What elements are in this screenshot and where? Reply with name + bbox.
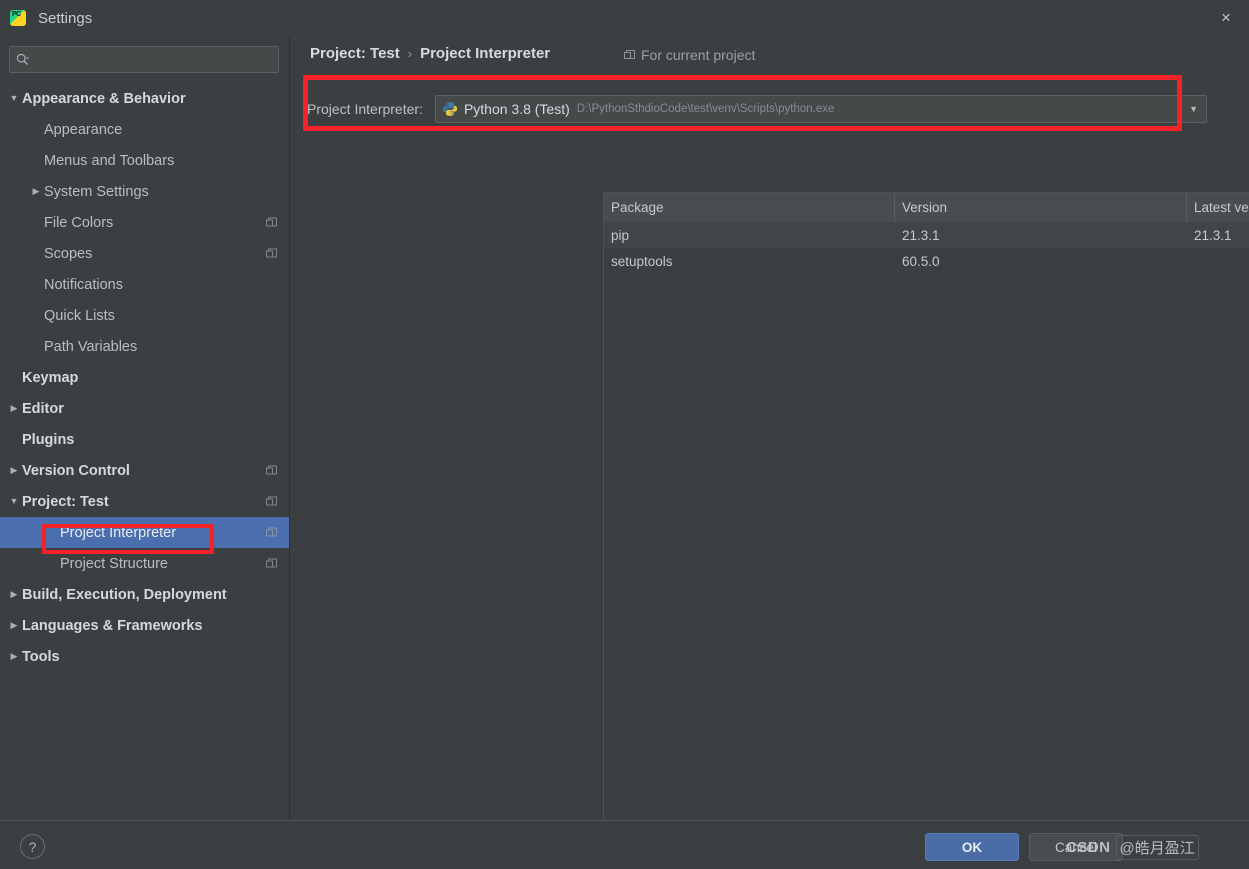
sidebar-item-label: Project Interpreter [60,524,177,541]
python-icon [442,101,458,117]
sidebar-item-label: Menus and Toolbars [44,152,175,169]
chevron-down-icon[interactable]: ▼ [6,497,22,506]
table-row[interactable]: pip 21.3.1 21.3.1 [604,222,1249,248]
cell-latest [1187,248,1249,274]
sidebar-item-label: Version Control [22,462,130,479]
interpreter-path: D:\PythonSthdioCode\test\venv\Scripts\py… [576,103,835,115]
chevron-down-icon[interactable]: ▼ [1189,104,1198,114]
cell-version: 21.3.1 [902,227,940,243]
cell-package: pip [611,227,630,243]
chevron-right-icon[interactable]: ▶ [6,621,22,630]
sidebar-item-label: Project Structure [60,555,168,572]
watermark-handle: @皓月盈江 [1115,834,1199,860]
interpreter-dropdown[interactable]: Python 3.8 (Test) D:\PythonSthdioCode\te… [434,95,1207,123]
sidebar-item-languages-frameworks[interactable]: ▶ Languages & Frameworks [0,610,289,641]
sidebar-item-label: Build, Execution, Deployment [22,586,227,603]
search-box[interactable] [9,46,279,73]
sidebar-item-label: Quick Lists [44,307,115,324]
sidebar-item-keymap[interactable]: Keymap [0,362,289,393]
window-title-bar: Settings × [0,0,1249,36]
sidebar-item-label: Appearance & Behavior [22,90,186,107]
column-header-latest-version[interactable]: Latest version [1187,193,1249,222]
packages-table-body: pip 21.3.1 21.3.1 setuptools 60.5.0 [604,222,1249,274]
module-icon [266,558,277,569]
chevron-right-icon[interactable]: ▶ [6,466,22,475]
scope-note-label: For current project [641,47,756,63]
window-title: Settings [38,9,93,27]
interpreter-label: Project Interpreter: [307,101,423,117]
sidebar-item-label: Appearance [44,121,123,138]
sidebar-item-tools[interactable]: ▶ Tools [0,641,289,672]
module-icon [266,527,277,538]
close-icon[interactable]: × [1203,0,1249,34]
sidebar-item-label: System Settings [44,183,149,200]
interpreter-row: Project Interpreter: Python 3.8 (Test) D… [307,91,1207,127]
sidebar-item-appearance[interactable]: Appearance [0,114,289,145]
sidebar-item-label: File Colors [44,214,114,231]
settings-tree: ▼ Appearance & Behavior Appearance Menus an… [0,83,289,672]
scope-note: For current project [624,47,755,63]
sidebar-item-label: Path Variables [44,338,138,355]
sidebar-item-build-execution-deployment[interactable]: ▶ Build, Execution, Deployment [0,579,289,610]
cell-package: setuptools [611,253,673,269]
settings-sidebar: ▼ Appearance & Behavior Appearance Menus an… [0,36,290,820]
csdn-watermark: CSDN @皓月盈江 [1066,833,1199,861]
ok-button[interactable]: OK [925,833,1019,861]
sidebar-item-file-colors[interactable]: File Colors [0,207,289,238]
sidebar-item-label: Plugins [22,431,75,448]
packages-table: Package Version Latest version pip 21.3.1… [603,192,1249,833]
chevron-right-icon[interactable]: ▶ [6,590,22,599]
sidebar-item-label: Keymap [22,369,79,386]
sidebar-item-version-control[interactable]: ▶ Version Control [0,455,289,486]
dialog-footer: ? OK Cancel CSDN @皓月盈江 [0,820,1249,869]
pycharm-icon [10,10,26,26]
help-button[interactable]: ? [20,834,45,859]
packages-table-header: Package Version Latest version [604,193,1249,222]
breadcrumb: Project: Test › Project Interpreter [310,45,550,62]
cell-latest: 21.3.1 [1194,227,1232,243]
breadcrumb-parent[interactable]: Project: Test [310,45,400,62]
sidebar-item-appearance-behavior[interactable]: ▼ Appearance & Behavior [0,83,289,114]
module-icon [266,248,277,259]
module-icon [266,496,277,507]
watermark-brand: CSDN [1066,838,1111,856]
chevron-right-icon[interactable]: ▶ [28,187,44,196]
sidebar-item-menus-and-toolbars[interactable]: Menus and Toolbars [0,145,289,176]
sidebar-item-quick-lists[interactable]: Quick Lists [0,300,289,331]
chevron-down-icon[interactable]: ▼ [6,94,22,103]
sidebar-item-label: Languages & Frameworks [22,617,203,634]
module-icon [624,49,635,61]
chevron-right-icon[interactable]: ▶ [6,404,22,413]
sidebar-item-notifications[interactable]: Notifications [0,269,289,300]
search-input[interactable] [34,52,272,67]
column-header-package[interactable]: Package [604,193,895,222]
main-panel: Project: Test › Project Interpreter For … [290,36,1249,833]
sidebar-item-label: Notifications [44,276,123,293]
sidebar-item-label: Tools [22,648,60,665]
sidebar-item-label: Scopes [44,245,93,262]
chevron-right-icon[interactable]: ▶ [6,652,22,661]
sidebar-item-project-interpreter[interactable]: Project Interpreter [0,517,289,548]
module-icon [266,465,277,476]
sidebar-item-scopes[interactable]: Scopes [0,238,289,269]
sidebar-item-path-variables[interactable]: Path Variables [0,331,289,362]
sidebar-item-system-settings[interactable]: ▶ System Settings [0,176,289,207]
interpreter-name: Python 3.8 (Test) [463,101,570,117]
breadcrumb-current: Project Interpreter [420,45,551,62]
sidebar-item-plugins[interactable]: Plugins [0,424,289,455]
module-icon [266,217,277,228]
sidebar-item-editor[interactable]: ▶ Editor [0,393,289,424]
breadcrumb-separator: › [407,46,413,61]
sidebar-item-label: Project: Test [22,493,109,510]
sidebar-item-project-structure[interactable]: Project Structure [0,548,289,579]
sidebar-item-label: Editor [22,400,64,417]
search-icon [16,53,29,66]
sidebar-item-project-test[interactable]: ▼ Project: Test [0,486,289,517]
cell-version: 60.5.0 [902,253,940,269]
table-row[interactable]: setuptools 60.5.0 [604,248,1249,274]
column-header-version[interactable]: Version [895,193,1187,222]
